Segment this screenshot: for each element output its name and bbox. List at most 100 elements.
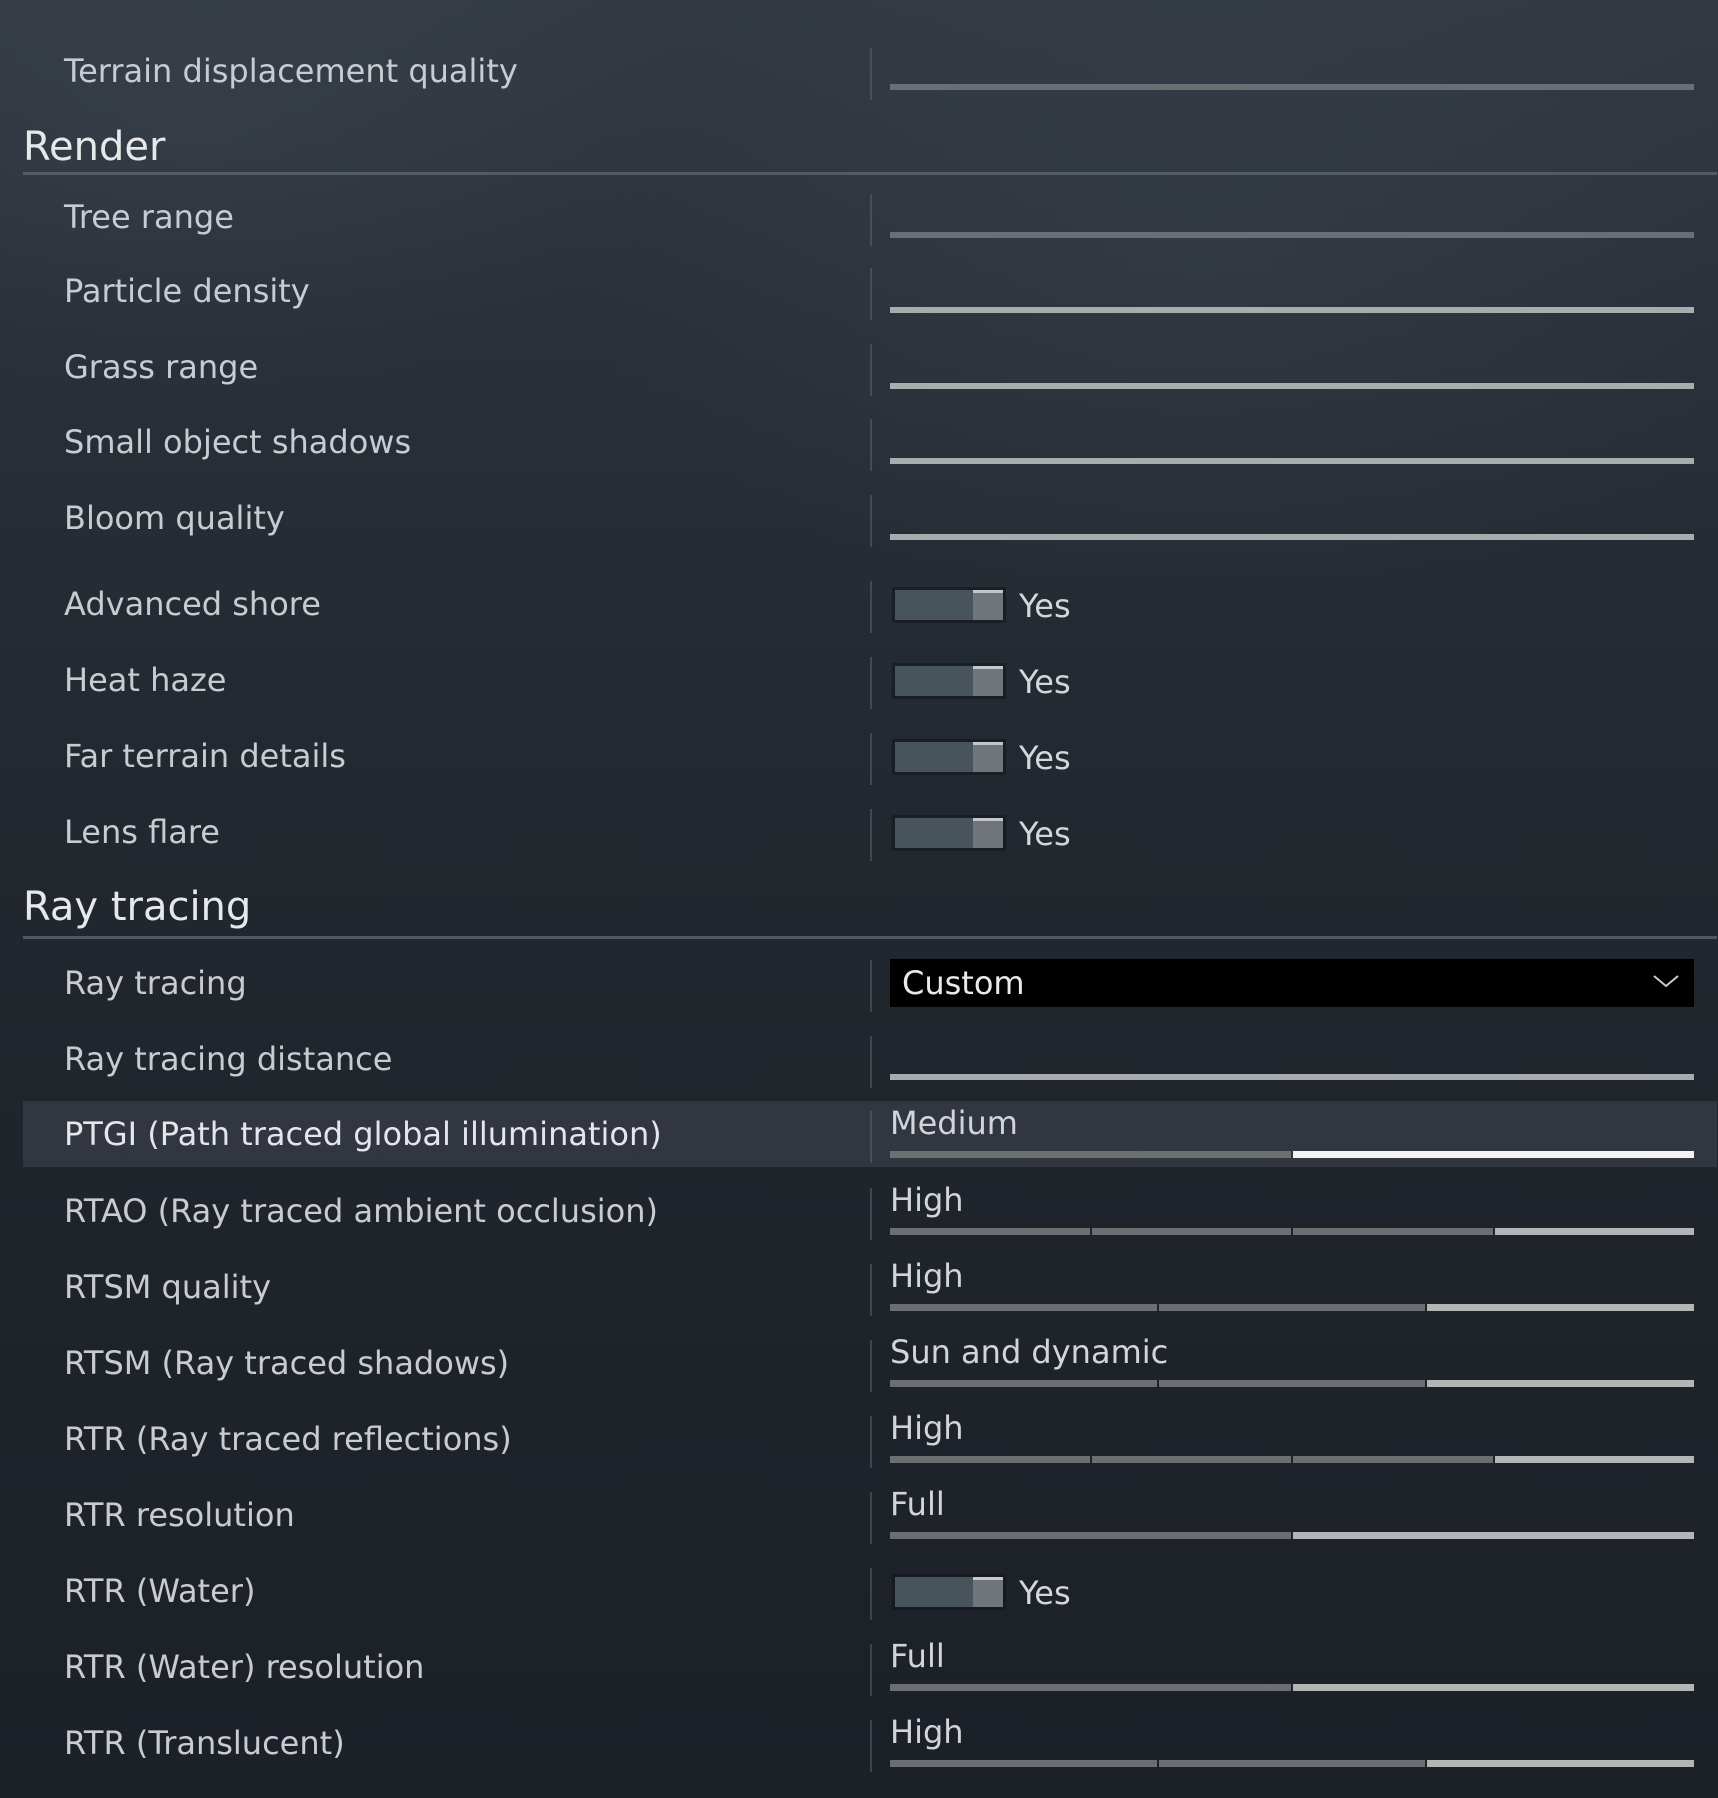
- setting-row-rtr-translucent[interactable]: RTR (Translucent) High: [23, 1710, 1717, 1776]
- slider-segment: [1494, 1456, 1694, 1463]
- rtr-translucent-step-slider[interactable]: [890, 1760, 1695, 1767]
- setting-row-advanced-shore[interactable]: Advanced shore Yes: [23, 571, 1717, 637]
- slider-segment: [1158, 1760, 1426, 1767]
- setting-label: Lens flare: [64, 813, 220, 851]
- setting-label: Terrain displacement quality: [64, 52, 518, 90]
- setting-row-rtsm[interactable]: RTSM (Ray traced shadows) Sun and dynami…: [23, 1330, 1717, 1396]
- setting-row-ray-tracing[interactable]: Ray tracing Custom: [23, 950, 1717, 1016]
- slider-segment: [1293, 1532, 1694, 1539]
- dropdown-value: Custom: [902, 964, 1025, 1002]
- column-divider: [870, 268, 872, 320]
- setting-label: RTR (Ray traced reflections): [64, 1420, 512, 1458]
- slider-segment: [890, 1456, 1090, 1463]
- small-object-shadows-slider[interactable]: [890, 458, 1694, 464]
- rtsm-quality-step-slider[interactable]: [890, 1304, 1695, 1311]
- setting-row-tree-range[interactable]: Tree range: [23, 184, 1717, 250]
- lens-flare-toggle[interactable]: [895, 818, 1003, 848]
- setting-label: Heat haze: [64, 661, 227, 699]
- slider-segment: [1293, 1684, 1694, 1691]
- setting-label: RTAO (Ray traced ambient occlusion): [64, 1192, 658, 1230]
- column-divider: [870, 960, 872, 1012]
- column-divider: [870, 194, 872, 246]
- setting-row-terrain-displacement-quality[interactable]: Terrain displacement quality: [23, 38, 1717, 104]
- rtr-water-toggle[interactable]: [895, 1577, 1003, 1607]
- graphics-settings-panel: Terrain displacement quality Render Tree…: [0, 0, 1718, 1798]
- terrain-displacement-quality-slider[interactable]: [890, 84, 1694, 90]
- setting-row-small-object-shadows[interactable]: Small object shadows: [23, 409, 1717, 475]
- slider-segment: [1158, 1380, 1426, 1387]
- ray-tracing-dropdown[interactable]: Custom: [890, 959, 1694, 1007]
- rtsm-step-slider[interactable]: [890, 1380, 1695, 1387]
- setting-label: Far terrain details: [64, 737, 346, 775]
- column-divider: [870, 1340, 872, 1392]
- setting-value: Medium: [890, 1104, 1018, 1142]
- toggle-knob: [973, 818, 1003, 848]
- setting-row-rtr[interactable]: RTR (Ray traced reflections) High: [23, 1406, 1717, 1472]
- section-title-ray-tracing: Ray tracing: [23, 884, 252, 930]
- rtr-step-slider[interactable]: [890, 1456, 1694, 1463]
- setting-row-far-terrain-details[interactable]: Far terrain details Yes: [23, 723, 1717, 789]
- slider-segment: [1427, 1760, 1695, 1767]
- setting-label: RTSM quality: [64, 1268, 272, 1306]
- grass-range-slider[interactable]: [890, 383, 1694, 389]
- chevron-down-icon: [1653, 975, 1679, 988]
- toggle-value: Yes: [1019, 739, 1071, 777]
- setting-label: RTSM (Ray traced shadows): [64, 1344, 510, 1382]
- slider-segment: [890, 1304, 1157, 1311]
- setting-row-bloom-quality[interactable]: Bloom quality: [23, 485, 1717, 551]
- rtr-resolution-step-slider[interactable]: [890, 1532, 1694, 1539]
- setting-label: RTR resolution: [64, 1496, 295, 1534]
- slider-segment: [890, 1151, 1291, 1158]
- slider-segment: [1427, 1380, 1695, 1387]
- setting-label: Ray tracing: [64, 964, 247, 1002]
- setting-label: Tree range: [64, 198, 234, 236]
- setting-row-particle-density[interactable]: Particle density: [23, 258, 1717, 324]
- bloom-quality-slider[interactable]: [890, 534, 1694, 540]
- slider-segment: [890, 1228, 1090, 1235]
- ray-tracing-distance-slider[interactable]: [890, 1074, 1694, 1080]
- setting-row-lens-flare[interactable]: Lens flare Yes: [23, 799, 1717, 865]
- tree-range-slider[interactable]: [890, 232, 1694, 238]
- heat-haze-toggle[interactable]: [895, 666, 1003, 696]
- rtao-step-slider[interactable]: [890, 1228, 1694, 1235]
- toggle-value: Yes: [1019, 663, 1071, 701]
- slider-segment: [1494, 1228, 1694, 1235]
- setting-value: High: [890, 1409, 964, 1447]
- advanced-shore-toggle[interactable]: [895, 590, 1003, 620]
- slider-segment: [1427, 1304, 1695, 1311]
- setting-row-rtr-water-resolution[interactable]: RTR (Water) resolution Full: [23, 1634, 1717, 1700]
- column-divider: [870, 1644, 872, 1696]
- setting-row-ray-tracing-distance[interactable]: Ray tracing distance: [23, 1026, 1717, 1092]
- setting-label: Small object shadows: [64, 423, 412, 461]
- column-divider: [870, 495, 872, 547]
- setting-label: PTGI (Path traced global illumination): [64, 1115, 662, 1153]
- ptgi-step-slider[interactable]: [890, 1151, 1694, 1158]
- toggle-knob: [973, 590, 1003, 620]
- slider-segment: [890, 1380, 1157, 1387]
- section-divider: [23, 936, 1717, 939]
- slider-segment: [1091, 1228, 1291, 1235]
- setting-row-rtsm-quality[interactable]: RTSM quality High: [23, 1254, 1717, 1320]
- toggle-value: Yes: [1019, 815, 1071, 853]
- particle-density-slider[interactable]: [890, 307, 1694, 313]
- setting-label: RTR (Water) resolution: [64, 1648, 425, 1686]
- rtr-water-resolution-step-slider[interactable]: [890, 1684, 1694, 1691]
- setting-row-ptgi[interactable]: PTGI (Path traced global illumination) M…: [23, 1101, 1717, 1167]
- setting-row-rtr-resolution[interactable]: RTR resolution Full: [23, 1482, 1717, 1548]
- setting-value: Full: [890, 1485, 945, 1523]
- setting-value: High: [890, 1713, 964, 1751]
- setting-value: High: [890, 1181, 964, 1219]
- setting-row-rtr-water[interactable]: RTR (Water) Yes: [23, 1558, 1717, 1624]
- column-divider: [870, 1416, 872, 1468]
- setting-row-heat-haze[interactable]: Heat haze Yes: [23, 647, 1717, 713]
- setting-label: Advanced shore: [64, 585, 321, 623]
- setting-label: Bloom quality: [64, 499, 285, 537]
- setting-label: Particle density: [64, 272, 310, 310]
- slider-segment: [890, 1684, 1291, 1691]
- far-terrain-details-toggle[interactable]: [895, 742, 1003, 772]
- column-divider: [870, 1720, 872, 1772]
- setting-row-grass-range[interactable]: Grass range: [23, 334, 1717, 400]
- setting-row-rtao[interactable]: RTAO (Ray traced ambient occlusion) High: [23, 1178, 1717, 1244]
- column-divider: [870, 809, 872, 861]
- slider-segment: [1293, 1228, 1493, 1235]
